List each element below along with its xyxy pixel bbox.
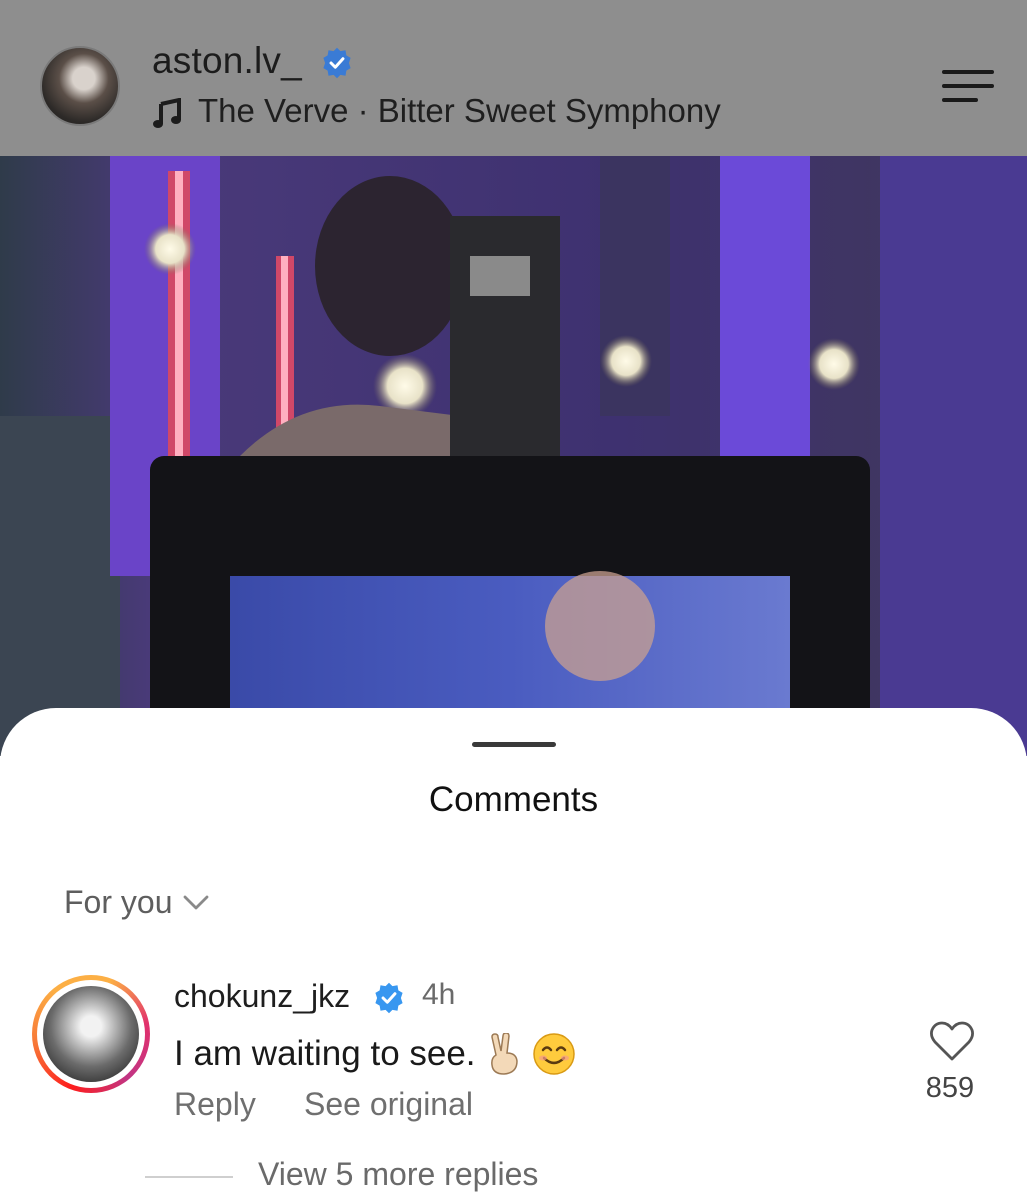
comment-time: 4h [422, 978, 456, 1011]
sort-dropdown[interactable]: For you [64, 884, 210, 921]
victory-hand-icon [490, 1033, 518, 1075]
song-title[interactable]: The Verve · Bitter Sweet Symphony [198, 92, 721, 130]
comment-body: I am waiting to see. [174, 1034, 476, 1073]
reply-button[interactable]: Reply [174, 1086, 256, 1123]
heart-icon[interactable] [929, 1020, 975, 1062]
commenter-avatar[interactable] [32, 975, 150, 1093]
avatar [43, 986, 139, 1082]
sort-label: For you [64, 884, 173, 920]
sheet-grabber[interactable] [472, 742, 556, 747]
see-original-button[interactable]: See original [304, 1086, 473, 1123]
music-note-icon [153, 98, 181, 128]
comments-sheet: Comments For you chokunz_jkz 4h I am wai… [0, 708, 1027, 1200]
like-count: 859 [925, 1072, 975, 1104]
post-header: aston.lv_ The Verve · Bitter Sweet Symph… [0, 0, 1027, 156]
menu-icon[interactable] [940, 68, 996, 104]
view-more-replies-button[interactable]: View 5 more replies [258, 1156, 538, 1193]
comment-text: I am waiting to see. [174, 1032, 576, 1076]
sheet-title: Comments [428, 780, 599, 819]
divider [145, 1176, 233, 1178]
author-username[interactable]: aston.lv_ [152, 40, 302, 82]
verified-badge-icon [323, 47, 351, 79]
post-image [0, 156, 1027, 756]
smiling-face-icon [532, 1033, 575, 1075]
post-photo[interactable] [0, 156, 1027, 756]
commenter-username[interactable]: chokunz_jkz [174, 978, 350, 1015]
verified-badge-icon [375, 982, 403, 1014]
chevron-down-icon [184, 895, 209, 909]
author-avatar[interactable] [40, 46, 120, 126]
